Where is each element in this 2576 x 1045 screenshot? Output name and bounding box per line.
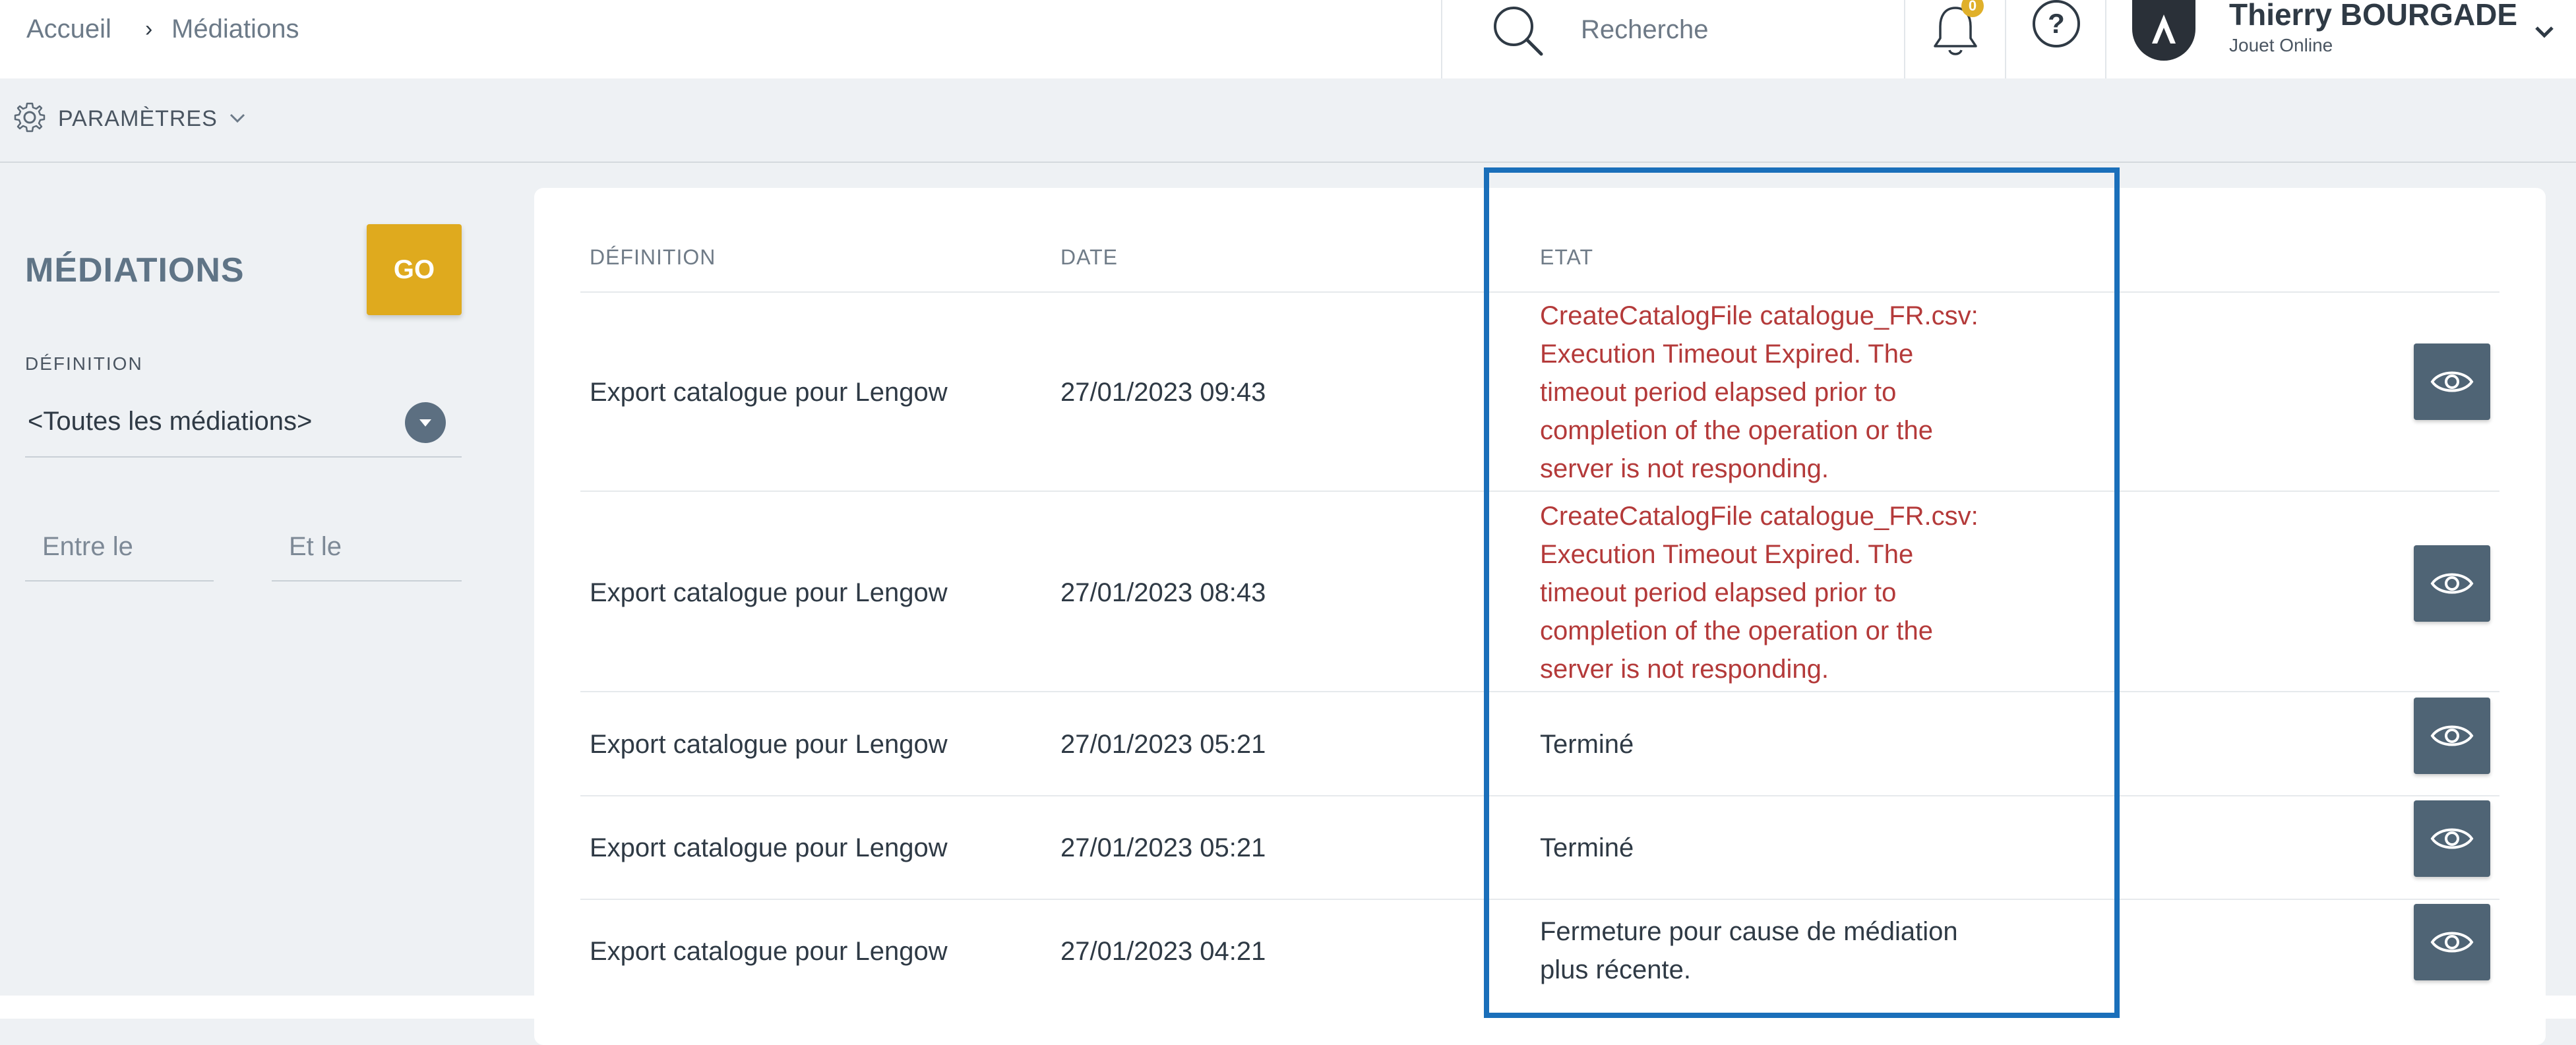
date-to-field[interactable]: Et le <box>272 521 462 582</box>
definition-select-value: <Toutes les médiations> <box>28 407 313 436</box>
divider <box>1904 0 1905 78</box>
definition-label: DÉFINITION <box>25 353 143 374</box>
row-definition: Export catalogue pour Lengow <box>590 730 948 759</box>
go-button[interactable]: GO <box>367 224 462 315</box>
settings-label: PARAMÈTRES <box>58 106 218 131</box>
notifications-button[interactable]: 0 <box>1926 0 1985 66</box>
top-bar: Accueil › Médiations 0 ? Thierry BOURGAD… <box>0 0 2576 78</box>
eye-icon <box>2430 828 2474 849</box>
row-definition: Export catalogue pour Lengow <box>590 833 948 862</box>
column-header-definition[interactable]: DÉFINITION <box>590 244 716 270</box>
dropdown-caret-icon <box>405 402 446 443</box>
breadcrumb-separator-icon: › <box>145 16 153 42</box>
search-input[interactable] <box>1579 12 1892 47</box>
eye-icon <box>2430 371 2474 392</box>
row-date: 27/01/2023 09:43 <box>1060 378 1266 407</box>
date-from-placeholder: Entre le <box>42 532 133 561</box>
row-date: 27/01/2023 05:21 <box>1060 833 1266 862</box>
eye-icon <box>2430 725 2474 746</box>
gear-icon <box>14 102 46 133</box>
breadcrumb-home-link[interactable]: Accueil <box>26 13 111 45</box>
view-button[interactable] <box>2414 343 2490 420</box>
page-title: MÉDIATIONS <box>25 251 245 289</box>
row-definition: Export catalogue pour Lengow <box>590 378 948 407</box>
divider <box>1441 0 1442 78</box>
eye-icon <box>2430 932 2474 953</box>
view-button[interactable] <box>2414 904 2490 980</box>
date-from-field[interactable]: Entre le <box>25 521 214 582</box>
column-header-date[interactable]: DATE <box>1060 244 1118 270</box>
settings-bar: PARAMÈTRES <box>0 78 2576 163</box>
divider <box>2005 0 2006 78</box>
row-date: 27/01/2023 08:43 <box>1060 578 1266 607</box>
chevron-down-icon <box>230 113 245 123</box>
divider <box>2105 0 2106 78</box>
user-organization: Jouet Online <box>2229 35 2333 55</box>
state-column-highlight <box>1484 167 2120 1018</box>
view-button[interactable] <box>2414 698 2490 774</box>
date-to-placeholder: Et le <box>289 532 342 561</box>
avatar[interactable] <box>2132 0 2195 61</box>
eye-icon <box>2430 573 2474 594</box>
row-date: 27/01/2023 04:21 <box>1060 937 1266 966</box>
help-icon[interactable]: ? <box>2033 0 2080 47</box>
view-button[interactable] <box>2414 545 2490 622</box>
chevron-down-icon[interactable] <box>2531 18 2558 45</box>
logo-icon <box>2152 15 2176 44</box>
row-definition: Export catalogue pour Lengow <box>590 937 948 966</box>
view-button[interactable] <box>2414 800 2490 877</box>
row-definition: Export catalogue pour Lengow <box>590 578 948 607</box>
search-icon[interactable] <box>1487 0 1547 59</box>
row-date: 27/01/2023 05:21 <box>1060 730 1266 759</box>
breadcrumb-current: Médiations <box>171 15 299 44</box>
user-name[interactable]: Thierry BOURGADE <box>2229 0 2517 33</box>
definition-select[interactable]: <Toutes les médiations> <box>25 396 462 458</box>
bottom-strip <box>0 996 2576 1019</box>
